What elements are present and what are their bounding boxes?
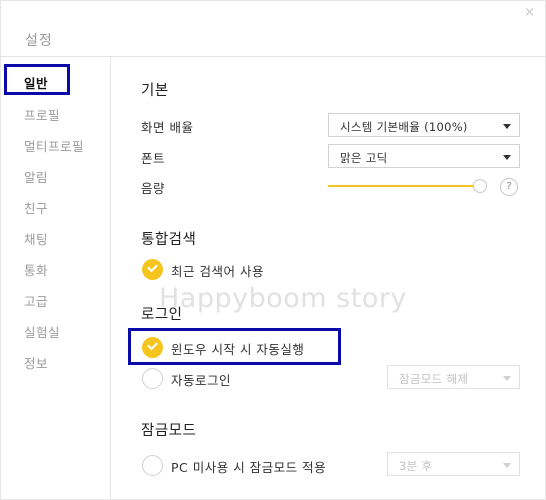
section-title-search: 통합검색 (141, 232, 197, 248)
sidebar-item-friends[interactable]: 친구 (24, 198, 48, 217)
font-select-value: 맑은 고딕 (340, 151, 388, 165)
autologin-checkbox[interactable] (142, 368, 163, 389)
lock-release-select-value: 잠금모드 해제 (399, 372, 469, 386)
sidebar-item-profile[interactable]: 프로필 (24, 105, 60, 124)
sidebar-item-lab[interactable]: 실험실 (24, 322, 60, 341)
sidebar-item-notifications[interactable]: 알림 (24, 167, 48, 186)
scale-label: 화면 배율 (141, 120, 194, 135)
autologin-label: 자동로그인 (171, 373, 232, 388)
settings-content: 기본 화면 배율 시스템 기본배율 (100%) 폰트 맑은 고딕 음량 ? 통… (111, 57, 546, 500)
idle-lock-label: PC 미사용 시 잠금모드 적용 (171, 460, 327, 475)
sidebar-item-general[interactable]: 일반 (24, 73, 48, 92)
help-icon[interactable]: ? (500, 178, 518, 196)
font-select[interactable]: 맑은 고딕 (328, 144, 520, 168)
idle-lock-select[interactable]: 3분 후 (387, 452, 520, 476)
sidebar-item-multiprofile[interactable]: 멀티프로필 (24, 136, 84, 155)
startup-checkbox[interactable] (142, 337, 163, 358)
recent-search-label: 최근 검색어 사용 (171, 264, 264, 279)
startup-label: 윈도우 시작 시 자동실행 (171, 342, 305, 357)
chevron-down-icon (503, 463, 511, 468)
checkmark-icon (147, 261, 158, 273)
chevron-down-icon (503, 124, 511, 129)
idle-lock-select-value: 3분 후 (399, 459, 433, 473)
volume-slider-track[interactable] (328, 185, 478, 187)
settings-sidebar: 일반 프로필 멀티프로필 알림 친구 채팅 통화 고급 실험실 정보 (1, 57, 111, 500)
sidebar-item-chat[interactable]: 채팅 (24, 229, 48, 248)
section-title-lock: 잠금모드 (141, 423, 197, 439)
font-label: 폰트 (141, 151, 166, 166)
lock-release-select[interactable]: 잠금모드 해제 (387, 365, 520, 389)
chevron-down-icon (503, 155, 511, 160)
volume-label: 음량 (141, 181, 166, 196)
settings-window: 설정 × 일반 프로필 멀티프로필 알림 친구 채팅 통화 고급 실험실 정보 … (0, 0, 546, 500)
volume-slider-thumb[interactable] (473, 179, 487, 193)
scale-select-value: 시스템 기본배율 (100%) (340, 120, 468, 134)
chevron-down-icon (503, 376, 511, 381)
watermark-text: Happyboom story (159, 283, 407, 314)
sidebar-item-info[interactable]: 정보 (24, 353, 48, 372)
recent-search-checkbox[interactable] (142, 259, 163, 280)
sidebar-item-advanced[interactable]: 고급 (24, 291, 48, 310)
sidebar-item-call[interactable]: 통화 (24, 260, 48, 279)
section-title-login: 로그인 (141, 307, 183, 323)
idle-lock-checkbox[interactable] (142, 455, 163, 476)
section-title-basic: 기본 (141, 83, 169, 99)
checkmark-icon (147, 339, 158, 351)
title-bar: 설정 × (1, 1, 546, 57)
scale-select[interactable]: 시스템 기본배율 (100%) (328, 113, 520, 137)
close-icon[interactable]: × (524, 5, 535, 20)
window-title: 설정 (25, 33, 53, 49)
